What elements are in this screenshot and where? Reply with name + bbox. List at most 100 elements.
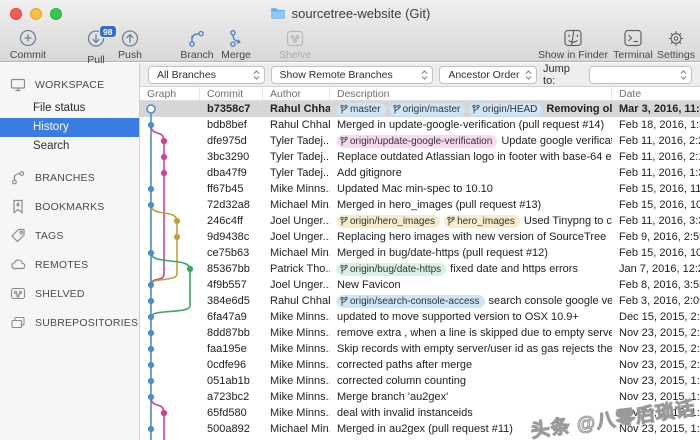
commit-hash: 72d32a8 — [207, 199, 250, 211]
table-row[interactable]: 72d32a8 Michael Min... Merged in hero_imag… — [140, 197, 700, 213]
commit-date: Nov 23, 2015, 2:0... — [619, 359, 700, 371]
commit-message: Updated Mac min-spec to 10.10 — [337, 183, 493, 195]
table-row[interactable]: 051ab1b Mike Minns... corrected column cou… — [140, 373, 700, 389]
table-row[interactable]: 6fa47a9 Mike Minns... updated to move supp… — [140, 309, 700, 325]
branch-badge-label: origin/search-console-access — [350, 295, 480, 307]
sidebar-section-subrepositories[interactable]: SUBREPOSITORIES — [0, 308, 139, 337]
table-row[interactable]: 8dd87bb Mike Minns... remove extra , when … — [140, 325, 700, 341]
commit-button[interactable]: Commit — [4, 29, 52, 61]
merge-button[interactable]: Merge — [214, 29, 258, 61]
table-row[interactable]: 3bc3290 Tyler Tadej... Replace outdated At… — [140, 149, 700, 165]
branch-badge-label: origin/hero_images — [350, 215, 436, 227]
sidebar-section-remotes[interactable]: REMOTES — [0, 250, 139, 279]
commit-description: origin/bug/date-https fixed date and http… — [330, 262, 612, 276]
table-row[interactable]: bdb8bef Rahul Chhab... Merged in update-go… — [140, 117, 700, 133]
commit-description: origin/hero_images hero_images Used Tinypn… — [330, 214, 612, 228]
chevron-updown-icon — [525, 69, 532, 80]
branch-badge-icon — [340, 104, 348, 113]
sidebar-section-bookmarks[interactable]: BOOKMARKS — [0, 192, 139, 221]
commit-description: corrected column counting — [330, 375, 612, 387]
cloud-icon — [11, 259, 26, 270]
table-row[interactable]: 0cdfe96 Mike Minns... corrected paths afte… — [140, 357, 700, 373]
commit-date: Nov 23, 2015, 2:1... — [619, 343, 700, 355]
sidebar-section-workspace[interactable]: WORKSPACE — [0, 70, 139, 99]
order-filter-select[interactable]: Ancestor Order — [439, 65, 538, 84]
commit-message: Merged in update-google-verification (pu… — [337, 119, 605, 131]
commit-author: Mike Minns... — [270, 311, 330, 323]
column-header-date[interactable]: Date — [612, 87, 700, 100]
table-row[interactable]: 384e6d5Rahul Chhab...origin/search-conso… — [140, 293, 700, 309]
commit-hash: b7358c7 — [207, 103, 251, 115]
table-row[interactable]: a723bc2 Mike Minns... Merge branch 'au2gex… — [140, 389, 700, 405]
column-header-description[interactable]: Description — [330, 87, 612, 100]
commit-message: Merged in bug/date-https (pull request #… — [337, 247, 548, 259]
commit-description: Merged in bug/date-https (pull request #… — [330, 247, 612, 259]
commit-message: Merge branch 'au2gex' — [337, 391, 449, 403]
table-row[interactable]: ce75b63 Michael Min... Merged in bug/date-… — [140, 245, 700, 261]
table-row[interactable]: 4f9b557 Joel Unger... New Favicon Feb 8, 20… — [140, 277, 700, 293]
commit-date: Feb 15, 2016, 11:... — [619, 183, 700, 195]
table-row[interactable]: 9d9438c Joel Unger... Replacing hero image… — [140, 229, 700, 245]
table-row[interactable]: faa195e Mike Minns... Skip records with em… — [140, 341, 700, 357]
commit-description: remove extra , when a line is skipped du… — [330, 327, 612, 339]
commit-description: master origin/master origin/HEAD Removing o… — [330, 102, 612, 116]
sidebar-label-branches: BRANCHES — [35, 171, 95, 184]
chevron-updown-icon — [680, 69, 687, 80]
commit-message: search console google ver... — [488, 295, 612, 307]
commit-hash: dba47f9 — [207, 167, 247, 179]
column-header-commit[interactable]: Commit — [200, 87, 263, 100]
commit-author: Mike Minns... — [270, 343, 330, 355]
commit-author: Rahul Chha... — [270, 103, 330, 115]
commit-list: b7358c7 Rahul Chha... master origin/master o… — [140, 101, 700, 440]
sidebar-section-tags[interactable]: TAGS — [0, 221, 139, 250]
folder-icon — [270, 8, 285, 19]
terminal-button[interactable]: Terminal — [609, 29, 657, 61]
commit-author: Patrick Tho... — [270, 263, 330, 275]
table-row[interactable]: dfe975d Tyler Tadej... origin/update-googl… — [140, 133, 700, 149]
jump-to-select[interactable] — [589, 65, 692, 84]
commit-author: Tyler Tadej... — [270, 135, 330, 147]
table-row[interactable]: ff67b45 Mike Minns... Updated Mac min-spec… — [140, 181, 700, 197]
sidebar-section-branches[interactable]: BRANCHES — [0, 163, 139, 192]
commit-author: Mike Minns... — [270, 359, 330, 371]
settings-button[interactable]: Settings — [654, 29, 698, 61]
remote-filter-select[interactable]: Show Remote Branches — [270, 65, 434, 84]
column-header-author[interactable]: Author — [263, 87, 330, 100]
commit-hash: ce75b63 — [207, 247, 250, 259]
commit-hash: 246c4ff — [207, 215, 243, 227]
commit-author: Michael Min... — [270, 423, 330, 435]
sidebar-item-history[interactable]: History — [0, 118, 139, 137]
show-in-finder-button[interactable]: Show in Finder — [533, 29, 613, 61]
commit-hash: 0cdfe96 — [207, 359, 247, 371]
sidebar-section-shelved[interactable]: SHELVED — [0, 279, 139, 308]
commit-author: Tyler Tadej... — [270, 167, 330, 179]
commit-hash: 9d9438c — [207, 231, 250, 243]
chevron-updown-icon — [253, 69, 259, 80]
column-header-graph[interactable]: Graph — [140, 87, 200, 100]
commit-date: Jan 7, 2016, 12:2... — [619, 263, 700, 275]
bookmark-icon — [13, 199, 23, 214]
push-label: Push — [118, 49, 142, 61]
commit-hash: ff67b45 — [207, 183, 244, 195]
commit-author: Michael Min... — [270, 199, 330, 211]
push-button[interactable]: Push — [110, 29, 150, 61]
branch-badge-label: hero_images — [457, 215, 515, 227]
branch-icon — [189, 30, 204, 47]
commit-message: remove extra , when a line is skipped du… — [337, 327, 612, 339]
table-row[interactable]: 246c4ff Joel Unger... origin/hero_images he… — [140, 213, 700, 229]
gear-icon — [668, 31, 684, 46]
table-row[interactable]: 85367bb Patrick Tho... origin/bug/date-htt… — [140, 261, 700, 277]
branch-filter-select[interactable]: All Branches — [148, 65, 265, 84]
table-row[interactable]: b7358c7 Rahul Chha... master origin/master o… — [140, 101, 700, 117]
commit-date: Feb 9, 2016, 2:59... — [619, 231, 700, 243]
branch-badge: origin/hero_images — [337, 214, 441, 228]
table-row[interactable]: dba47f9 Tyler Tadej... Add gitignore Feb 11… — [140, 165, 700, 181]
branch-badge-icon — [447, 216, 455, 225]
merge-label: Merge — [221, 49, 251, 61]
commit-hash: faa195e — [207, 343, 247, 355]
sidebar-item-file-status[interactable]: File status — [0, 99, 139, 118]
sidebar-item-search[interactable]: Search — [0, 137, 139, 156]
commit-message: corrected paths after merge — [337, 359, 473, 371]
branch-icon — [12, 171, 25, 185]
shelve-label: Shelve — [278, 49, 312, 61]
